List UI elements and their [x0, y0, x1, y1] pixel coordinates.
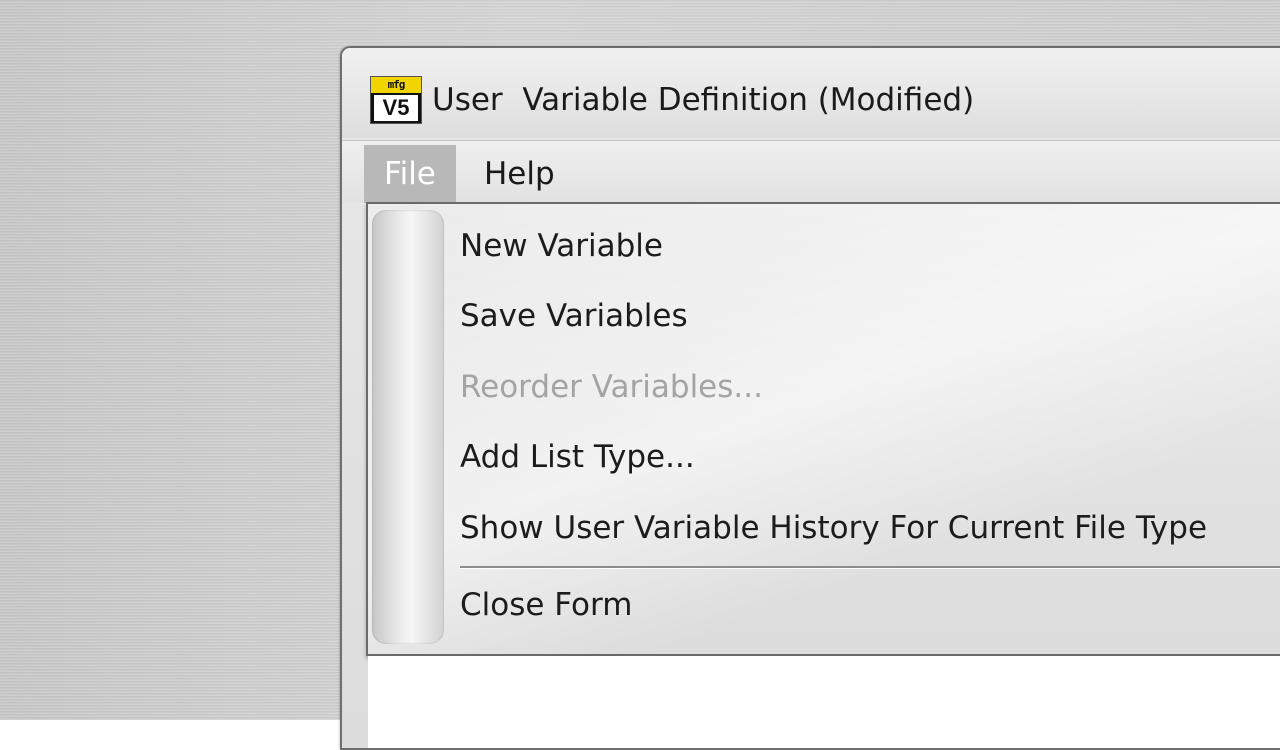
menu-icon-gutter: [372, 210, 444, 644]
menu-help[interactable]: Help: [464, 145, 575, 203]
menu-item-save-variables[interactable]: Save Variables: [460, 294, 688, 338]
menu-bar: File Help: [342, 140, 1280, 203]
user-variable-definition-window: mfg V5 User Variable Definition (Modifie…: [340, 46, 1280, 750]
menu-separator: [460, 566, 1280, 569]
menu-item-show-user-variable-history[interactable]: Show User Variable History For Current F…: [460, 506, 1207, 550]
app-icon-top-text: mfg: [371, 77, 421, 93]
window-title: User Variable Definition (Modified): [432, 82, 975, 118]
app-icon-bottom-text: V5: [374, 95, 418, 121]
file-menu-dropdown: New Variable Save Variables Reorder Vari…: [366, 202, 1280, 656]
menu-item-add-list-type[interactable]: Add List Type...: [460, 435, 695, 479]
menu-item-close-form[interactable]: Close Form: [460, 583, 632, 627]
menu-item-reorder-variables: Reorder Variables...: [460, 369, 763, 405]
menu-item-new-variable[interactable]: New Variable: [460, 224, 663, 268]
title-bar[interactable]: mfg V5 User Variable Definition (Modifie…: [342, 48, 1280, 138]
form-content-area: [368, 656, 1280, 748]
app-v5-icon: mfg V5: [370, 76, 422, 124]
menu-file[interactable]: File: [364, 145, 456, 203]
